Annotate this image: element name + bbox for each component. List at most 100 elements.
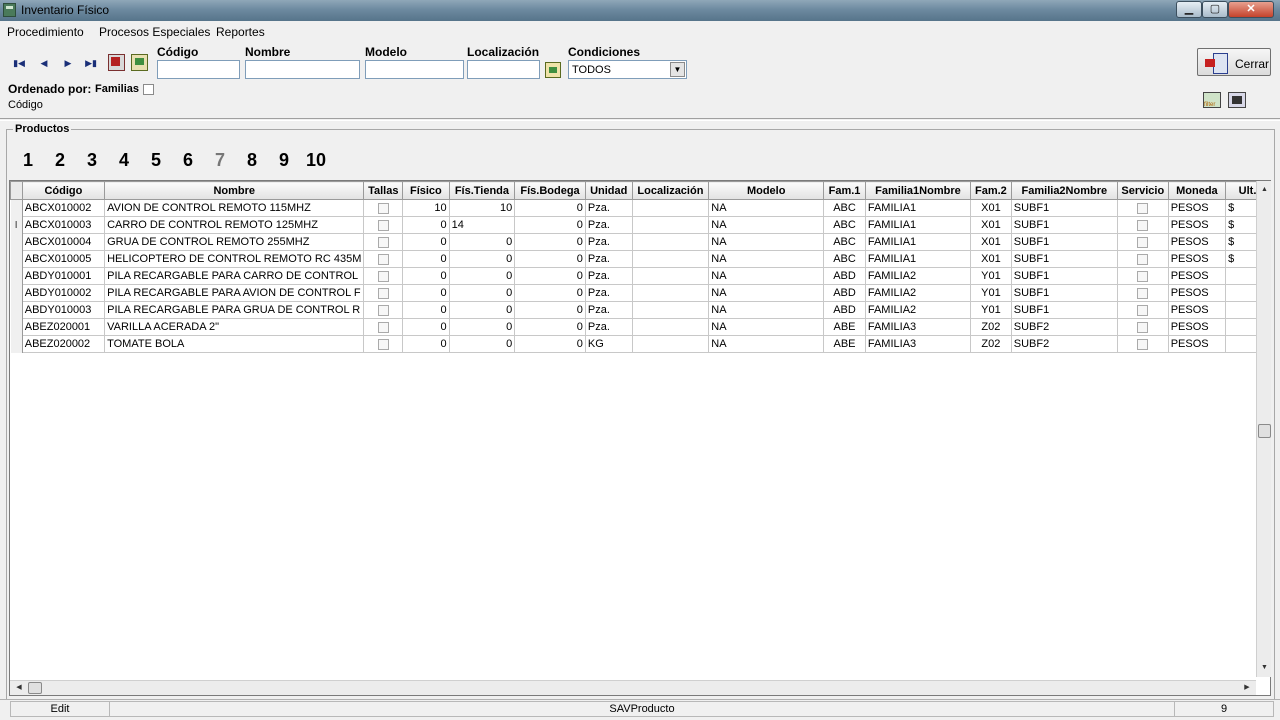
cell-tienda[interactable]: 0 — [448, 250, 516, 268]
cell-fam2n[interactable]: SUBF1 — [1010, 250, 1118, 268]
cell-fam1[interactable]: ABC — [823, 199, 866, 217]
minimize-button[interactable]: ▁ — [1176, 1, 1202, 18]
servicio-checkbox[interactable] — [1137, 253, 1149, 265]
table-row[interactable]: ABDY010003 PILA RECARGABLE PARA GRUA DE C… — [10, 301, 1270, 319]
tallas-checkbox[interactable] — [377, 338, 389, 350]
cell-tienda[interactable]: 0 — [448, 301, 516, 319]
cell-fam2n[interactable]: SUBF1 — [1010, 233, 1118, 251]
cell-moneda[interactable]: PESOS — [1167, 233, 1227, 251]
cell-unidad[interactable]: Pza. — [584, 318, 633, 336]
cell-loc[interactable] — [631, 267, 710, 285]
last-record-icon[interactable]: ▶▮ — [84, 56, 98, 70]
menu-procedimiento[interactable]: Procedimiento — [7, 25, 84, 39]
cell-loc[interactable] — [631, 199, 710, 217]
cell-tienda[interactable]: 0 — [448, 284, 516, 302]
cell-fam1n[interactable]: FAMILIA2 — [864, 301, 972, 319]
cell-fam2n[interactable]: SUBF1 — [1010, 284, 1118, 302]
cell-unidad[interactable]: Pza. — [584, 216, 633, 234]
cell-unidad[interactable]: Pza. — [584, 301, 633, 319]
page-8[interactable]: 8 — [247, 150, 257, 171]
cell-tallas[interactable] — [363, 233, 404, 251]
cell-fam2n[interactable]: SUBF1 — [1010, 267, 1118, 285]
cell-nombre[interactable]: GRUA DE CONTROL REMOTO 255MHZ — [104, 233, 365, 251]
servicio-checkbox[interactable] — [1137, 236, 1149, 248]
cell-fam2n[interactable]: SUBF2 — [1010, 318, 1118, 336]
cell-fam2[interactable]: Y01 — [970, 267, 1012, 285]
header-tallas[interactable]: Tallas — [363, 181, 404, 200]
servicio-checkbox[interactable] — [1137, 338, 1149, 350]
cell-fam1n[interactable]: FAMILIA1 — [864, 199, 972, 217]
cell-fisico[interactable]: 0 — [402, 318, 450, 336]
cell-bodega[interactable]: 0 — [514, 284, 586, 302]
page-2[interactable]: 2 — [55, 150, 65, 171]
cell-fam1[interactable]: ABD — [823, 301, 866, 319]
page-10[interactable]: 10 — [306, 150, 326, 171]
prev-record-icon[interactable]: ◀ — [37, 56, 51, 70]
page-4[interactable]: 4 — [119, 150, 129, 171]
cell-unidad[interactable]: Pza. — [584, 250, 633, 268]
table-row[interactable]: ABCX010002 AVION DE CONTROL REMOTO 115MHZ… — [10, 199, 1270, 217]
cell-fam2[interactable]: X01 — [970, 250, 1012, 268]
cell-modelo[interactable]: NA — [708, 199, 825, 217]
cell-fam1[interactable]: ABE — [823, 335, 866, 353]
localizacion-input[interactable] — [467, 60, 540, 79]
cell-fisico[interactable]: 0 — [402, 233, 450, 251]
cell-fisico[interactable]: 0 — [402, 301, 450, 319]
header-unidad[interactable]: Unidad — [584, 181, 633, 200]
cell-loc[interactable] — [631, 250, 710, 268]
cell-tienda[interactable]: 0 — [448, 267, 516, 285]
cell-servicio[interactable] — [1116, 318, 1169, 336]
cell-modelo[interactable]: NA — [708, 284, 825, 302]
cell-unidad[interactable]: Pza. — [584, 284, 633, 302]
table-row[interactable]: ABEZ020002 TOMATE BOLA 0 0 0 KG NA ABE FAMILIA3 Z… — [10, 335, 1270, 353]
cell-modelo[interactable]: NA — [708, 301, 825, 319]
cell-fam1[interactable]: ABE — [823, 318, 866, 336]
cell-codigo[interactable]: ABCX010004 — [21, 233, 106, 251]
page-5[interactable]: 5 — [151, 150, 161, 171]
cell-bodega[interactable]: 0 — [514, 335, 586, 353]
page-3[interactable]: 3 — [87, 150, 97, 171]
cell-tienda[interactable]: 0 — [448, 233, 516, 251]
page-1[interactable]: 1 — [23, 150, 33, 171]
table-row[interactable]: ABEZ020001 VARILLA ACERADA 2" 0 0 0 Pza. NA ABE… — [10, 318, 1270, 336]
cell-codigo[interactable]: ABCX010002 — [21, 199, 106, 217]
cell-tienda[interactable]: 0 — [448, 335, 516, 353]
scroll-right-icon[interactable]: ▶ — [1240, 681, 1254, 695]
filter-icon[interactable] — [1203, 92, 1221, 108]
cell-tienda[interactable]: 0 — [448, 318, 516, 336]
header-familia2nombre[interactable]: Familia2Nombre — [1010, 181, 1118, 200]
vertical-scrollbar[interactable]: ▲ ▼ — [1256, 181, 1271, 677]
cell-fam1[interactable]: ABC — [823, 250, 866, 268]
search-icon[interactable] — [131, 54, 148, 71]
cell-modelo[interactable]: NA — [708, 250, 825, 268]
cell-codigo[interactable]: ABCX010003 — [21, 216, 106, 234]
first-record-icon[interactable]: ▮◀ — [12, 56, 26, 70]
header-fam2[interactable]: Fam.2 — [970, 181, 1012, 200]
cell-unidad[interactable]: KG — [584, 335, 633, 353]
apply-filter-icon[interactable] — [545, 62, 561, 78]
table-row[interactable]: I ABCX010003 CARRO DE CONTROL REMOTO 125MH… — [10, 216, 1270, 234]
cell-fam2n[interactable]: SUBF1 — [1010, 199, 1118, 217]
cell-fisico[interactable]: 0 — [402, 335, 450, 353]
scroll-down-icon[interactable]: ▼ — [1257, 661, 1272, 675]
codigo-input[interactable] — [157, 60, 240, 79]
page-7[interactable]: 7 — [215, 150, 225, 171]
cell-codigo[interactable]: ABEZ020001 — [21, 318, 106, 336]
servicio-checkbox[interactable] — [1137, 304, 1149, 316]
cell-moneda[interactable]: PESOS — [1167, 216, 1227, 234]
cell-tallas[interactable] — [363, 335, 404, 353]
print-icon[interactable] — [1228, 92, 1246, 108]
cell-moneda[interactable]: PESOS — [1167, 335, 1227, 353]
cell-fisico[interactable]: 0 — [402, 250, 450, 268]
header-fisico[interactable]: Físico — [402, 181, 450, 200]
servicio-checkbox[interactable] — [1137, 219, 1149, 231]
cell-servicio[interactable] — [1116, 267, 1169, 285]
tallas-checkbox[interactable] — [377, 287, 389, 299]
cell-fam1[interactable]: ABD — [823, 284, 866, 302]
cell-fisico[interactable]: 0 — [402, 267, 450, 285]
cell-fam2[interactable]: Y01 — [970, 284, 1012, 302]
horizontal-scrollbar[interactable]: ◀ ▶ — [10, 680, 1256, 695]
cell-tienda[interactable]: 10 — [448, 199, 516, 217]
cell-loc[interactable] — [631, 233, 710, 251]
cell-fisico[interactable]: 0 — [402, 284, 450, 302]
